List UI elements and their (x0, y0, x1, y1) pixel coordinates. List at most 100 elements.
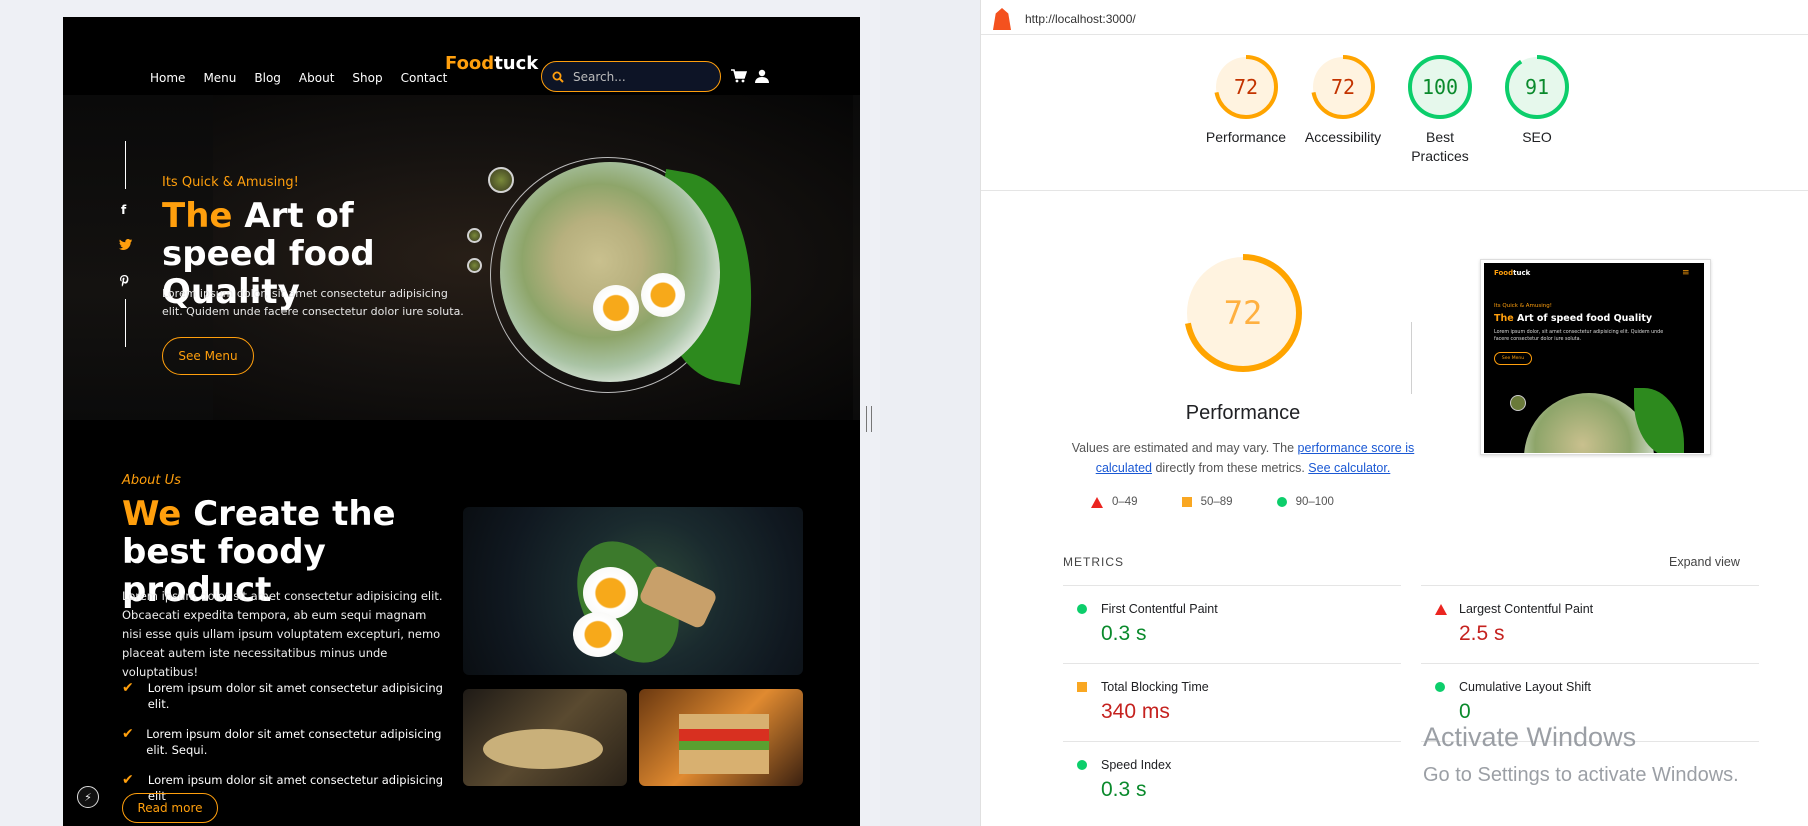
metric-label: Largest Contentful Paint (1459, 602, 1594, 616)
fail-triangle-icon (1091, 496, 1103, 508)
hamburger-icon: ≡ (1682, 268, 1690, 278)
about-egg-1 (583, 567, 638, 619)
cart-icon[interactable] (731, 69, 747, 83)
note-text: directly from these metrics. (1152, 461, 1309, 475)
about-small-image-sandwich (639, 689, 803, 786)
nav-home[interactable]: Home (150, 71, 185, 85)
social-line-top (125, 141, 126, 189)
check-item-text: Lorem ipsum dolor sit amet consectetur a… (147, 681, 443, 711)
thumb-text: Lorem ipsum dolor, sit amet consectetur … (1494, 330, 1664, 342)
search-icon (552, 71, 564, 83)
skewer-plate (483, 729, 603, 769)
gauge-ring-large: 72 (1184, 254, 1302, 372)
gauge-best-practices[interactable]: 100 Best Practices (1390, 54, 1490, 166)
nav-about[interactable]: About (299, 71, 334, 85)
nav-links: Home Menu Blog About Shop Contact (150, 71, 447, 85)
legend-average: 50–89 (1181, 496, 1233, 508)
gauge-ring: 72 (1311, 55, 1375, 119)
gauge-ring: 72 (1214, 55, 1278, 119)
logo-part-tuck: tuck (494, 53, 539, 74)
legend-fail: 0–49 (1091, 496, 1138, 508)
performance-note: Values are estimated and may vary. The p… (1067, 438, 1419, 478)
gauge-score: 72 (1234, 75, 1258, 99)
check-item-text: Lorem ipsum dolor sit amet consectetur a… (146, 727, 442, 757)
hero-dish-image (500, 162, 720, 382)
gauge-label: Performance (1205, 129, 1287, 145)
check-icon: ✔ (122, 680, 134, 696)
expand-view-toggle[interactable]: Expand view (1669, 555, 1740, 569)
lighthouse-icon (993, 8, 1011, 30)
about-tag: About Us (122, 473, 181, 488)
logo-part-food: Food (445, 53, 495, 74)
gauge-label: Best Practices (1411, 129, 1469, 164)
legend-pass: 90–100 (1276, 496, 1334, 508)
hero-egg-image-2 (641, 273, 685, 317)
thumb-title: The Art of speed food Quality (1494, 313, 1653, 324)
social-line-bottom (125, 299, 126, 347)
gauge-score: 72 (1331, 75, 1355, 99)
nav-shop[interactable]: Shop (352, 71, 382, 85)
hero-mini-dish-1 (488, 167, 514, 193)
twitter-icon[interactable] (119, 239, 132, 250)
lightning-badge-icon[interactable]: ⚡ (77, 786, 99, 808)
performance-main-gauge: 72 (1163, 252, 1323, 379)
pass-circle-icon (1435, 682, 1445, 692)
site-logo[interactable]: Foodtuck (445, 53, 538, 74)
report-url[interactable]: http://localhost:3000/ (1025, 12, 1136, 26)
gauge-score: 91 (1525, 75, 1549, 99)
hero-description: Lorem ipsum dolor, sit amet consectetur … (162, 287, 464, 318)
about-main-food-image (463, 507, 803, 675)
vertical-divider (1411, 322, 1412, 394)
hero-tagline: Its Quick & Amusing! (162, 175, 299, 190)
nav-contact[interactable]: Contact (401, 71, 448, 85)
pass-circle-icon (1077, 760, 1087, 770)
search-input[interactable] (573, 69, 703, 84)
hero-mini-dish-2 (467, 228, 482, 243)
metric-label: Cumulative Layout Shift (1459, 680, 1592, 694)
main-score: 72 (1224, 294, 1263, 332)
lighthouse-report: http://localhost:3000/ 72 Performance 72… (980, 0, 1808, 826)
check-icon: ✔ (122, 726, 134, 742)
pane-resize-handle[interactable] (866, 406, 872, 432)
pass-circle-icon (1276, 497, 1287, 507)
metric-value: 340 ms (1101, 700, 1170, 723)
thumbnail-content: Foodtuck ≡ Its Quick & Amusing! The Art … (1484, 263, 1704, 453)
metric-tbt: Total Blocking Time 340 ms (1063, 663, 1401, 741)
metric-label: Speed Index (1101, 758, 1172, 772)
gauge-label: SEO (1522, 129, 1552, 145)
facebook-icon[interactable]: f (121, 203, 126, 217)
metric-value: 0 (1459, 700, 1471, 723)
see-menu-button[interactable]: See Menu (162, 337, 254, 375)
read-more-button[interactable]: Read more (122, 793, 218, 823)
site-preview-pane: Home Menu Blog About Shop Contact Foodtu… (0, 0, 880, 826)
gauge-seo[interactable]: 91 SEO (1487, 54, 1587, 147)
about-description: Lorem ipsum dolor sit amet consectetur a… (122, 589, 443, 679)
nav-blog[interactable]: Blog (254, 71, 281, 85)
search-box (541, 61, 721, 92)
gauge-performance[interactable]: 72 Performance (1196, 54, 1296, 147)
gauge-ring: 91 (1505, 55, 1569, 119)
final-screenshot-thumbnail[interactable]: Foodtuck ≡ Its Quick & Amusing! The Art … (1480, 259, 1711, 455)
about-small-image-skewers (463, 689, 627, 786)
nav-menu[interactable]: Menu (203, 71, 236, 85)
gauge-accessibility[interactable]: 72 Accessibility (1293, 54, 1393, 147)
hero-mini-dish-3 (467, 258, 482, 273)
gauge-ring: 100 (1408, 55, 1472, 119)
average-square-icon (1181, 497, 1192, 507)
metric-value: 0.3 s (1101, 778, 1147, 801)
windows-activation-title: Activate Windows (1423, 722, 1637, 752)
about-egg-2 (573, 612, 623, 657)
metric-lcp: Largest Contentful Paint 2.5 s (1421, 585, 1759, 663)
see-calculator-link[interactable]: See calculator. (1308, 461, 1390, 475)
website-viewport: Home Menu Blog About Shop Contact Foodtu… (63, 17, 860, 826)
metric-label: Total Blocking Time (1101, 680, 1209, 694)
about-title-accent: We (122, 494, 182, 534)
performance-title: Performance (1185, 402, 1301, 424)
metric-speed-index: Speed Index 0.3 s (1063, 741, 1401, 819)
metric-fcp: First Contentful Paint 0.3 s (1063, 585, 1401, 663)
average-square-icon (1077, 682, 1087, 692)
metric-value: 0.3 s (1101, 622, 1147, 645)
site-navbar: Home Menu Blog About Shop Contact Foodtu… (63, 39, 860, 99)
pinterest-icon[interactable] (119, 275, 130, 288)
user-icon[interactable] (755, 69, 769, 83)
